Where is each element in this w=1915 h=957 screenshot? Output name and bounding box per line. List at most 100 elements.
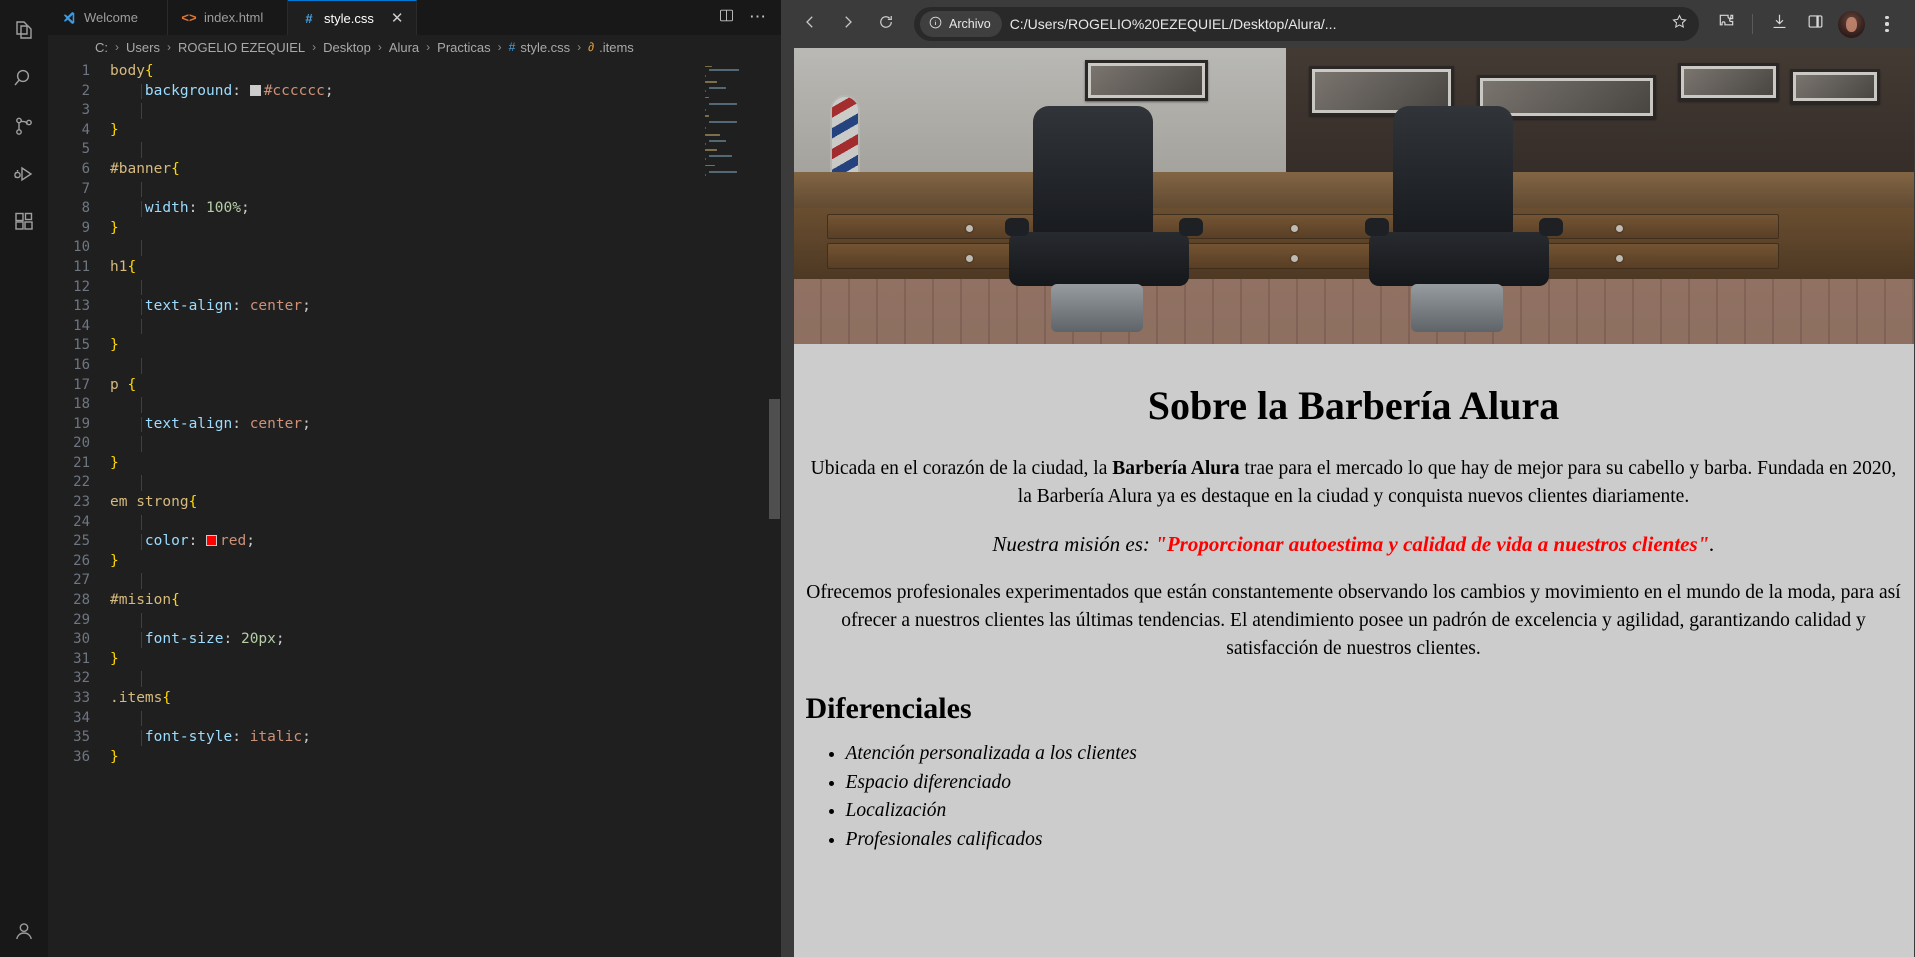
minimap[interactable]	[705, 59, 767, 957]
breadcrumb-item-alura[interactable]: Alura	[389, 40, 419, 55]
code-line[interactable]: width: 100%;	[110, 199, 781, 219]
extensions-button[interactable]	[1710, 8, 1742, 40]
breadcrumb-item-symbol[interactable]: ∂ .items	[588, 40, 634, 55]
line-number-gutter: 1 2 3 4 5 6 7 8 9 10 11 12 13 14 15 16 17 18 19 20 21 22 23 24 2…	[48, 59, 110, 957]
code-line[interactable]: .items{	[110, 689, 781, 709]
breadcrumb-separator: ›	[166, 40, 171, 54]
code-line[interactable]: #mision{	[110, 591, 781, 611]
paragraph-intro-part1: Ubicada en el corazón de la ciudad, la	[810, 458, 1113, 479]
code-line[interactable]	[110, 101, 781, 121]
breadcrumb-item-c[interactable]: C:	[95, 40, 108, 55]
reload-button[interactable]	[869, 7, 903, 41]
code-line[interactable]: }	[110, 552, 781, 572]
line-number: 9	[81, 219, 90, 236]
code-line[interactable]: font-size: 20px;	[110, 630, 781, 650]
code-editor[interactable]: 1 2 3 4 5 6 7 8 9 10 11 12 13 14 15 16 17 18 19 20 21 22 23 24 2…	[48, 59, 781, 957]
tab-style-css[interactable]: # style.css ✕	[288, 0, 418, 35]
code-line[interactable]: p {	[110, 376, 781, 396]
code-line[interactable]	[110, 473, 781, 493]
mission-period: .	[1709, 532, 1715, 557]
profile-button[interactable]	[1835, 8, 1867, 40]
activity-bar-account[interactable]	[0, 909, 48, 957]
breadcrumb-separator: ›	[115, 40, 119, 54]
vscode-logo-icon	[61, 10, 77, 26]
code-scroll-area[interactable]: 1 2 3 4 5 6 7 8 9 10 11 12 13 14 15 16 17 18 19 20 21 22 23 24 2…	[48, 59, 781, 957]
file-scheme-badge[interactable]: Archivo	[920, 11, 1002, 37]
more-actions-icon[interactable]: ⋯	[749, 9, 767, 25]
line-number: 24	[73, 513, 90, 530]
code-line[interactable]	[110, 180, 781, 200]
breadcrumb-label: Users	[126, 39, 160, 55]
url-text[interactable]: C:/Users/ROGELIO%20EZEQUIEL/Desktop/Alur…	[1010, 16, 1665, 32]
code-line[interactable]: }	[110, 454, 781, 474]
line-number: 18	[73, 396, 90, 413]
split-editor-icon[interactable]	[718, 7, 735, 29]
code-line[interactable]	[110, 669, 781, 689]
address-bar[interactable]: Archivo C:/Users/ROGELIO%20EZEQUIEL/Desk…	[914, 7, 1699, 41]
line-number: 25	[73, 533, 90, 550]
code-line[interactable]: }	[110, 748, 781, 768]
breadcrumb-item-file[interactable]: # style.css	[509, 40, 571, 55]
editor-area: Welcome <> index.html # style.css ✕ ⋯ C:…	[48, 0, 781, 957]
code-line[interactable]: text-align: center;	[110, 297, 781, 317]
code-line[interactable]	[110, 238, 781, 258]
code-line[interactable]: em strong{	[110, 493, 781, 513]
code-line[interactable]: #banner{	[110, 160, 781, 180]
activity-bar-search[interactable]	[0, 56, 48, 104]
code-line[interactable]: }	[110, 650, 781, 670]
breadcrumb-item-desktop[interactable]: Desktop	[323, 40, 371, 55]
editor-scrollbar[interactable]	[767, 59, 781, 957]
css-icon: #	[305, 10, 313, 26]
code-line[interactable]: }	[110, 336, 781, 356]
diferenciales-list: Atención personalizada a los clientesEsp…	[846, 740, 1904, 854]
breadcrumb-label: style.css	[520, 39, 571, 55]
code-line[interactable]	[110, 434, 781, 454]
downloads-button[interactable]	[1763, 8, 1795, 40]
close-tab-icon[interactable]: ✕	[391, 11, 404, 26]
activity-bar-source-control[interactable]	[0, 104, 48, 152]
bookmark-button[interactable]	[1665, 10, 1693, 38]
breadcrumb-item-user[interactable]: ROGELIO EZEQUIEL	[178, 40, 305, 55]
line-number: 2	[81, 82, 90, 99]
activity-bar-extensions[interactable]	[0, 200, 48, 248]
code-line[interactable]: color: red;	[110, 532, 781, 552]
breadcrumb-item-users[interactable]: Users	[126, 40, 160, 55]
code-line[interactable]	[110, 140, 781, 160]
side-panel-button[interactable]	[1799, 8, 1831, 40]
breadcrumb-item-practicas[interactable]: Practicas	[437, 40, 490, 55]
code-line[interactable]	[110, 709, 781, 729]
code-content[interactable]: body{ background: #cccccc;} #banner{ widt…	[110, 59, 781, 957]
code-line[interactable]	[110, 395, 781, 415]
activity-bar-explorer[interactable]	[0, 8, 48, 56]
forward-button[interactable]	[831, 7, 865, 41]
source-control-icon	[12, 114, 36, 143]
chrome-menu-button[interactable]	[1871, 8, 1903, 40]
code-line[interactable]	[110, 317, 781, 337]
code-line[interactable]	[110, 611, 781, 631]
back-button[interactable]	[793, 7, 827, 41]
code-line[interactable]: }	[110, 219, 781, 239]
code-line[interactable]: text-align: center;	[110, 415, 781, 435]
code-line[interactable]	[110, 513, 781, 533]
code-line[interactable]	[110, 571, 781, 591]
code-line[interactable]: body{	[110, 62, 781, 82]
line-number: 33	[73, 690, 90, 706]
code-line[interactable]	[110, 278, 781, 298]
code-line[interactable]: background: #cccccc;	[110, 82, 781, 102]
code-line[interactable]: }	[110, 121, 781, 141]
scrollbar-thumb[interactable]	[769, 399, 780, 519]
tab-index-html[interactable]: <> index.html	[168, 0, 288, 35]
code-line[interactable]: font-style: italic;	[110, 728, 781, 748]
vscode-window: Welcome <> index.html # style.css ✕ ⋯ C:…	[0, 0, 781, 957]
activity-bar-run-debug[interactable]	[0, 152, 48, 200]
code-line[interactable]: h1{	[110, 258, 781, 278]
tab-welcome[interactable]: Welcome	[48, 0, 168, 35]
breadcrumb-label: Practicas	[437, 39, 491, 55]
star-icon	[1671, 13, 1688, 35]
banner-image	[793, 48, 1914, 344]
back-arrow-icon	[801, 13, 819, 36]
code-line[interactable]	[110, 356, 781, 376]
brand-name: Barbería Alura	[1112, 458, 1240, 479]
line-number: 12	[73, 278, 90, 295]
browser-viewport: Sobre la Barbería Alura Ubicada en el co…	[781, 48, 1915, 957]
